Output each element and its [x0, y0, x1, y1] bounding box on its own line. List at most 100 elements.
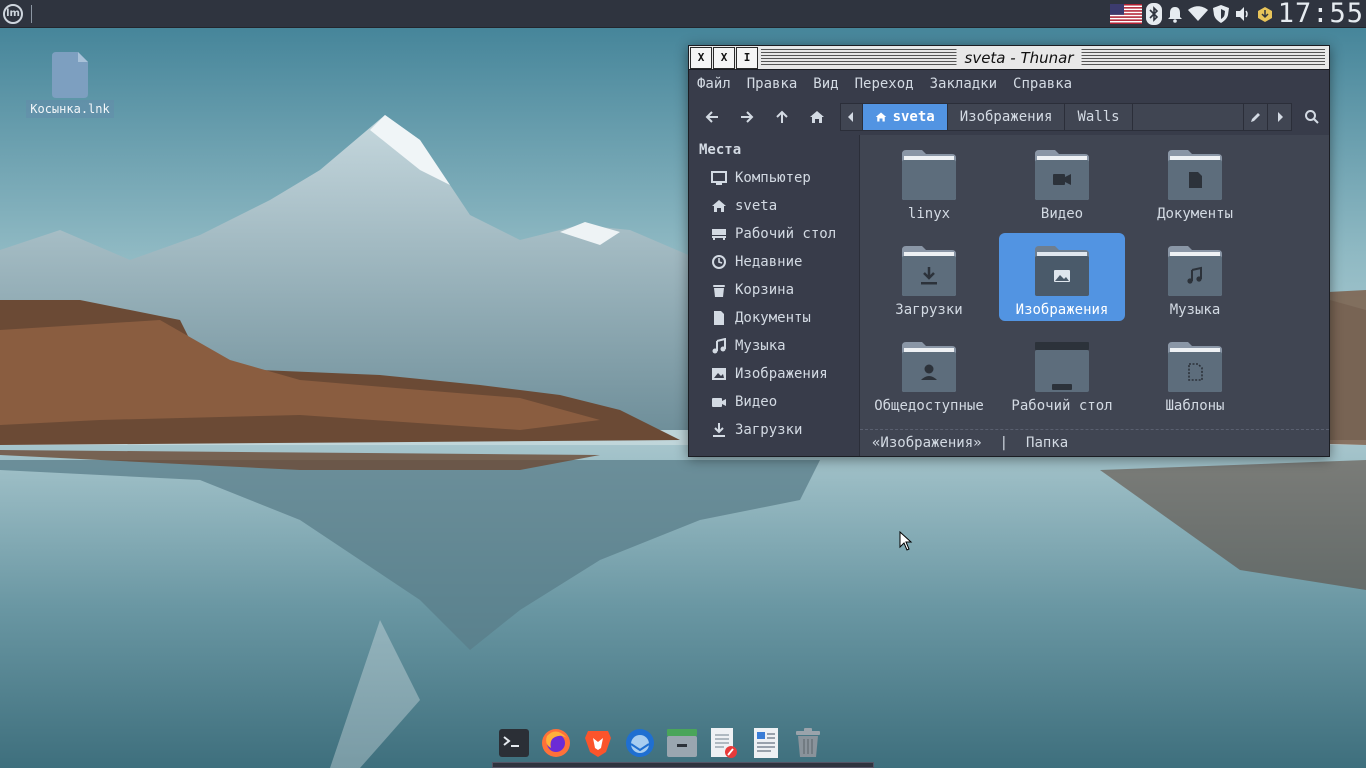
desktop-icon-kosynka[interactable]: Косынка.lnk	[26, 49, 114, 125]
monitor-icon	[711, 171, 727, 185]
folder-video-icon	[1035, 150, 1089, 200]
top-panel: lm 17:55	[0, 0, 1366, 28]
firefox-icon[interactable]	[539, 726, 573, 760]
path-crumb-images[interactable]: Изображения	[948, 103, 1066, 130]
folder-item-images[interactable]: Изображения	[999, 233, 1125, 321]
folder-label: Видео	[1040, 206, 1084, 222]
thunar-window: X X I sveta - Thunar Файл Правка Вид Пер…	[688, 45, 1330, 457]
trash-icon[interactable]	[791, 726, 825, 760]
sidebar-item-images[interactable]: Изображения	[689, 360, 859, 388]
volume-icon[interactable]	[1234, 0, 1252, 28]
us-flag-icon[interactable]	[1109, 0, 1142, 28]
path-scroll-left[interactable]	[841, 103, 863, 130]
menu-go[interactable]: Переход	[855, 76, 914, 92]
wifi-icon[interactable]	[1187, 0, 1208, 28]
sidebar-item-music[interactable]: Музыка	[689, 332, 859, 360]
up-icon	[776, 110, 788, 123]
forward-button[interactable]	[730, 102, 765, 132]
home-button[interactable]	[800, 102, 835, 132]
maximize-button[interactable]: X	[713, 46, 735, 69]
bell-icon[interactable]	[1166, 0, 1184, 28]
image-icon	[712, 368, 726, 380]
text-editor-icon[interactable]	[707, 726, 741, 760]
path-crumb-home[interactable]: sveta	[862, 103, 948, 130]
dock-bar	[492, 762, 874, 768]
clock[interactable]: 17:55	[1278, 0, 1364, 28]
terminal-icon[interactable]	[497, 726, 531, 760]
folder-label: Изображения	[1015, 302, 1109, 318]
folder-item-linyx[interactable]: linyx	[866, 137, 992, 225]
bluetooth-icon[interactable]	[1145, 0, 1162, 28]
title-bar[interactable]: X X I sveta - Thunar	[689, 46, 1329, 70]
icon-grid: linyx Видео Документы Загрузки Изображен…	[860, 135, 1329, 431]
edit-location-button[interactable]	[1243, 103, 1267, 130]
folder-item-public[interactable]: Общедоступные	[866, 329, 992, 417]
pencil-icon	[1250, 112, 1260, 122]
path-crumb-walls[interactable]: Walls	[1065, 103, 1133, 130]
close-button[interactable]: X	[690, 46, 712, 69]
sidebar-item-label: Загрузки	[735, 422, 803, 438]
clock-icon	[712, 255, 726, 269]
status-selection: «Изображения»	[872, 435, 982, 451]
sidebar-item-label: Документы	[735, 310, 811, 326]
notes-icon[interactable]	[749, 726, 783, 760]
brave-icon[interactable]	[581, 726, 615, 760]
thunderbird-icon[interactable]	[623, 726, 657, 760]
path-crumb-label: sveta	[892, 108, 935, 125]
sidebar-item-home[interactable]: sveta	[689, 192, 859, 220]
folder-item-desktop[interactable]: Рабочий стол	[999, 329, 1125, 417]
document-icon	[714, 311, 724, 325]
sidebar-item-computer[interactable]: Компьютер	[689, 164, 859, 192]
sidebar-item-label: Видео	[735, 394, 778, 410]
folder-label: linyx	[907, 206, 951, 222]
status-bar: «Изображения» | Папка	[860, 429, 1329, 456]
sidebar-item-desktop[interactable]: Рабочий стол	[689, 220, 859, 248]
sidebar-item-label: Компьютер	[735, 170, 811, 186]
path-scroll-right[interactable]	[1267, 103, 1291, 130]
home-icon	[810, 110, 825, 123]
back-button[interactable]	[695, 102, 730, 132]
folder-item-video[interactable]: Видео	[999, 137, 1125, 225]
up-button[interactable]	[765, 102, 800, 132]
folder-item-templates[interactable]: Шаблоны	[1132, 329, 1258, 417]
minimize-button[interactable]: I	[736, 46, 758, 69]
folder-item-downloads[interactable]: Загрузки	[866, 233, 992, 321]
content-area: Места Компьютер sveta Рабочий стол Недав…	[689, 135, 1329, 456]
sidebar-item-label: Изображения	[735, 366, 828, 382]
folder-public-icon	[902, 342, 956, 392]
menu-help[interactable]: Справка	[1013, 76, 1072, 92]
menu-file[interactable]: Файл	[697, 76, 731, 92]
file-icon	[52, 52, 88, 98]
folder-music-icon	[1168, 246, 1222, 296]
file-manager-icon[interactable]	[665, 726, 699, 760]
search-button[interactable]	[1294, 102, 1329, 132]
folder-label: Рабочий стол	[1011, 398, 1113, 414]
sidebar-item-video[interactable]: Видео	[689, 388, 859, 416]
download-icon	[713, 423, 725, 437]
mint-logo-icon[interactable]: lm	[3, 3, 23, 24]
sidebar-item-recent[interactable]: Недавние	[689, 248, 859, 276]
sidebar-item-downloads[interactable]: Загрузки	[689, 416, 859, 444]
shield-icon[interactable]	[1212, 0, 1230, 28]
music-icon	[712, 338, 726, 354]
chevron-left-icon	[848, 111, 854, 122]
file-view: linyx Видео Документы Загрузки Изображен…	[860, 135, 1329, 456]
sidebar-item-trash[interactable]: Корзина	[689, 276, 859, 304]
folder-item-music[interactable]: Музыка	[1132, 233, 1258, 321]
sidebar: Места Компьютер sveta Рабочий стол Недав…	[689, 135, 860, 456]
menu-edit[interactable]: Правка	[747, 76, 798, 92]
folder-label: Общедоступные	[874, 398, 984, 414]
sidebar-item-label: sveta	[735, 198, 778, 214]
trash-icon	[713, 285, 725, 297]
folder-item-documents[interactable]: Документы	[1132, 137, 1258, 225]
sidebar-title: Места	[699, 142, 742, 158]
system-tray: 17:55	[1109, 0, 1366, 28]
desktop-icon	[712, 229, 726, 240]
home-icon	[875, 112, 886, 121]
menu-view[interactable]: Вид	[813, 76, 838, 92]
sidebar-item-label: Рабочий стол	[735, 226, 837, 242]
sidebar-item-label: Недавние	[735, 254, 803, 270]
menu-bookmarks[interactable]: Закладки	[930, 76, 997, 92]
updates-icon[interactable]	[1256, 0, 1274, 28]
sidebar-item-documents[interactable]: Документы	[689, 304, 859, 332]
